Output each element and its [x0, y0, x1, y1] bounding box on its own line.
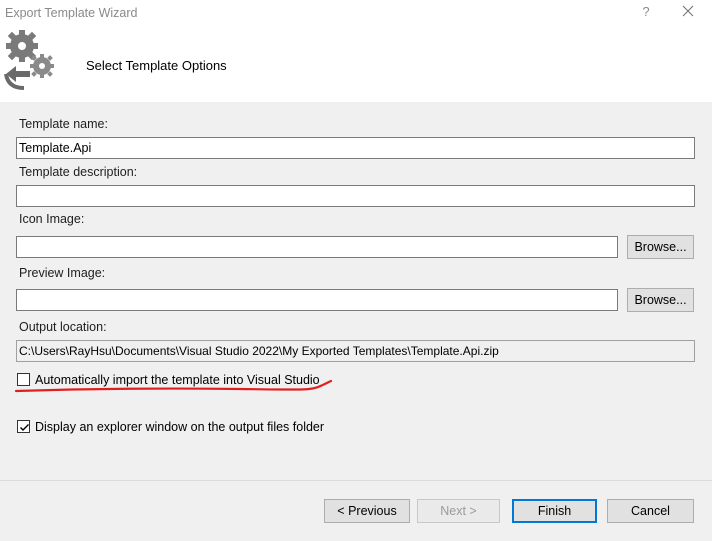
auto-import-checkbox[interactable] [17, 373, 30, 386]
template-name-input[interactable]: Template.Api [16, 137, 695, 159]
finish-button[interactable]: Finish [512, 499, 597, 523]
page-heading: Select Template Options [86, 58, 227, 73]
close-icon [682, 5, 694, 17]
close-button[interactable] [680, 3, 696, 19]
auto-import-label[interactable]: Automatically import the template into V… [35, 373, 320, 387]
icon-image-label: Icon Image: [19, 212, 85, 226]
next-button[interactable]: Next > [417, 499, 500, 523]
template-name-label: Template name: [19, 117, 108, 131]
output-location-label: Output location: [19, 320, 107, 334]
previous-button[interactable]: < Previous [324, 499, 410, 523]
preview-image-input[interactable] [16, 289, 618, 311]
cancel-button[interactable]: Cancel [607, 499, 694, 523]
output-location-field: C:\Users\RayHsu\Documents\Visual Studio … [16, 340, 695, 362]
display-explorer-label[interactable]: Display an explorer window on the output… [35, 420, 324, 434]
title-bar: Export Template Wizard ? [0, 0, 712, 28]
window-title: Export Template Wizard [5, 6, 138, 20]
checkmark-icon [20, 424, 29, 431]
icon-image-input[interactable] [16, 236, 618, 258]
gears-export-icon [4, 30, 54, 90]
preview-browse-button[interactable]: Browse... [627, 288, 694, 312]
display-explorer-checkbox[interactable] [17, 420, 30, 433]
wizard-header: Select Template Options [0, 28, 712, 102]
template-description-input[interactable] [16, 185, 695, 207]
preview-image-label: Preview Image: [19, 266, 106, 280]
help-button[interactable]: ? [640, 4, 652, 19]
template-description-label: Template description: [19, 165, 138, 179]
icon-browse-button[interactable]: Browse... [627, 235, 694, 259]
